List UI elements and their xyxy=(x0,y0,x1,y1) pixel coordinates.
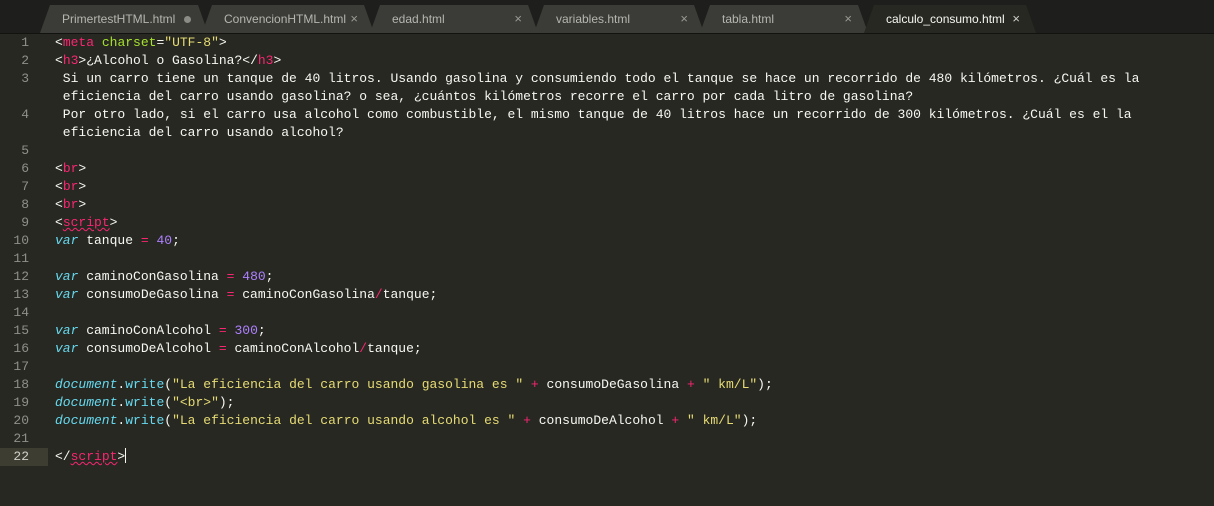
text-cursor xyxy=(125,448,127,463)
line-number: 1 xyxy=(21,35,29,50)
code-line-4: Por otro lado, si el carro usa alcohol c… xyxy=(55,107,1132,122)
close-icon[interactable]: × xyxy=(680,5,688,33)
line-number: 16 xyxy=(13,341,29,356)
tab-label: ConvencionHTML.html xyxy=(224,12,347,26)
line-number xyxy=(0,88,29,106)
line-number: 18 xyxy=(13,377,29,392)
tab-tabla[interactable]: tabla.html × xyxy=(700,5,868,33)
tab-label: calculo_consumo.html xyxy=(886,12,1005,26)
code-line-3: Si un carro tiene un tanque de 40 litros… xyxy=(55,71,1140,86)
tab-primertesthtml[interactable]: PrimertestHTML.html xyxy=(40,5,208,33)
close-icon[interactable]: × xyxy=(844,5,852,33)
code-line-18: document.write("La eficiencia del carro … xyxy=(55,377,773,392)
line-number xyxy=(0,124,29,142)
code-line-9: <script> xyxy=(55,215,118,230)
line-number: 17 xyxy=(13,359,29,374)
line-number: 6 xyxy=(21,161,29,176)
code-line-2: <h3>¿Alcohol o Gasolina?</h3> xyxy=(55,53,282,68)
code-line-22: </script> xyxy=(55,448,127,464)
tab-edad[interactable]: edad.html × xyxy=(370,5,538,33)
line-number: 12 xyxy=(13,269,29,284)
tab-label: PrimertestHTML.html xyxy=(62,12,176,26)
line-number: 9 xyxy=(21,215,29,230)
line-number: 4 xyxy=(21,107,29,122)
line-number: 2 xyxy=(21,53,29,68)
line-number: 11 xyxy=(13,251,29,266)
code-line-15: var caminoConAlcohol = 300; xyxy=(55,323,266,338)
code-line-10: var tanque = 40; xyxy=(55,233,180,248)
code-line-19: document.write("<br>"); xyxy=(55,395,235,410)
line-number: 20 xyxy=(13,413,29,428)
line-number: 13 xyxy=(13,287,29,302)
code-line-3-wrap: eficiencia del carro usando gasolina? o … xyxy=(55,89,914,104)
tab-convencionhtml[interactable]: ConvencionHTML.html × xyxy=(202,5,374,33)
line-number: 8 xyxy=(21,197,29,212)
line-number: 3 xyxy=(21,71,29,86)
tab-calculo-consumo[interactable]: calculo_consumo.html × xyxy=(864,5,1036,33)
line-number: 15 xyxy=(13,323,29,338)
tab-label: variables.html xyxy=(556,12,631,26)
code-line-6: <br> xyxy=(55,161,87,176)
line-number: 5 xyxy=(21,143,29,158)
line-number: 21 xyxy=(13,431,29,446)
code-line-20: document.write("La eficiencia del carro … xyxy=(55,413,758,428)
editor-window: PrimertestHTML.html ConvencionHTML.html … xyxy=(0,0,1214,506)
close-icon[interactable]: × xyxy=(1012,5,1020,33)
code-line-4-wrap: eficiencia del carro usando alcohol? xyxy=(55,125,344,140)
line-number: 7 xyxy=(21,179,29,194)
tab-label: tabla.html xyxy=(722,12,775,26)
line-number: 19 xyxy=(13,395,29,410)
code-line-16: var consumoDeAlcohol = caminoConAlcohol/… xyxy=(55,341,422,356)
code-line-1: <meta charset="UTF-8"> xyxy=(55,35,227,50)
tab-bar: PrimertestHTML.html ConvencionHTML.html … xyxy=(0,0,1214,34)
tab-variables[interactable]: variables.html × xyxy=(534,5,704,33)
close-icon[interactable]: × xyxy=(514,5,522,33)
unsaved-dot-icon[interactable] xyxy=(184,16,191,23)
code-line-7: <br> xyxy=(55,179,87,194)
code-line-12: var caminoConGasolina = 480; xyxy=(55,269,274,284)
code-editor[interactable]: 1 2 3 4 5 6 7 8 9 10 11 12 13 14 15 16 1… xyxy=(0,34,1214,506)
code-line-8: <br> xyxy=(55,197,87,212)
tab-label: edad.html xyxy=(392,12,445,26)
line-number: 10 xyxy=(13,233,29,248)
line-number: 14 xyxy=(13,305,29,320)
line-number-current: 22 xyxy=(13,449,29,464)
close-icon[interactable]: × xyxy=(350,5,358,33)
code-line-13: var consumoDeGasolina = caminoConGasolin… xyxy=(55,287,438,302)
